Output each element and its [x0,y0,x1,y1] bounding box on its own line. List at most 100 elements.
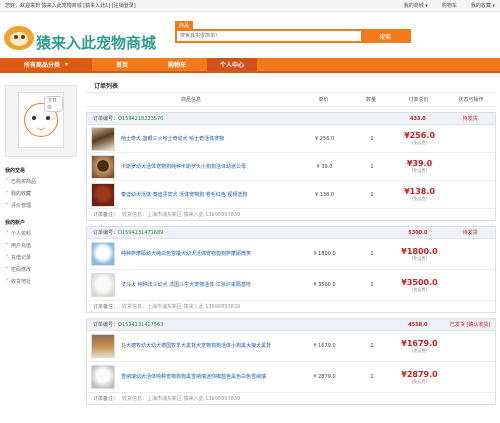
remark-label: 订单备注： [93,396,119,402]
product-total: ¥3500.0 (免运费) [392,278,447,293]
product-thumbnail[interactable] [91,273,115,297]
sidebar-item-favorites[interactable]: 我的收藏 [5,189,77,197]
product-name-link[interactable]: 卡斯罗幼犬活体宠物狗纯种卡斯罗大小狗狗活体幼崽公母 [121,163,297,171]
product-price: ¥ 2879.0 [313,374,336,380]
shipping-note: (免运费) [411,140,428,145]
remark-text: 收货信息：上海市浦东新区 猿来入此 13998893839 [122,304,241,310]
search-button[interactable]: 搜索 [361,31,409,41]
main-nav: 所有商品分类 ▾ 首页 购物车 个人中心 [0,58,500,73]
product-price: ¥ 1800.0 [313,251,336,257]
product-quantity: 1 [370,374,374,380]
product-total: ¥2879.0 (免运费) [392,370,447,385]
shipping-note: (免运费) [411,347,428,353]
order-header: 订单编号：O1594218223576 433.0 待发货 [87,113,495,125]
product-name-link[interactable]: 法斗犬 纯种法斗幼犬 法国斗牛犬宠物活体 江浙沪来隔基地 [121,281,297,289]
order-status: 待发货 [462,230,478,236]
sidebar-title-account: 我的账户 [5,220,26,226]
logo-icon[interactable] [4,26,34,50]
col-order-total: 订单总价 [408,97,429,103]
top-cart-link[interactable]: 购物车 [442,2,457,9]
nav-personal-center[interactable]: 个人中心 [207,58,257,71]
product-total-value: ¥3500.0 [401,277,438,287]
site-header: 猿来入此宠物商城 商品 搜索 [0,12,500,56]
sidebar-section-account: 我的账户 个人资料 用户充值 充值记录 密码修改 收货地址 [5,219,77,285]
search-input[interactable] [177,31,361,41]
col-status: 状态与操作 [458,97,484,103]
sidebar-item-recharge[interactable]: 用户充值 [5,241,77,249]
order-remark: 订单备注： 收货信息：上海市浦东新区 猿来入此 13998893839 [87,301,495,312]
site-name[interactable]: 猿来入此宠物商城 [36,32,156,53]
shipping-note: (免运费) [411,196,428,201]
avatar[interactable]: 求真像 [18,92,64,148]
order-card: 订单编号：O1594131471689 5300.0 待发货 纯种萨摩耶幼犬纯白… [86,226,496,313]
col-quantity: 数量 [365,97,376,103]
product-total-value: ¥1800.0 [401,246,438,256]
product-quantity: 1 [370,163,374,170]
product-thumbnail[interactable] [91,365,115,389]
product-total: ¥1800.0 (免运费) [392,247,447,262]
order-card: 订单编号：O1594218223576 433.0 待发货 哈士奇犬 蓝眼三火哈… [86,112,496,221]
order-total: 5300.0 [408,229,428,236]
product-total-value: ¥1679.0 [401,338,438,348]
order-product-row: 哈士奇犬 蓝眼三火哈士奇幼犬 哈士奇活体宠物 ¥ 256.0 1 ¥256.0(… [87,125,495,153]
order-remark: 订单备注： 收货信息：上海市浦东新区 猿来入此 13998893839 [87,209,495,220]
welcome-area: 您好，欢迎来到 猿来入此宠物商城 [猿来入此1] [注销登录] [5,2,404,9]
product-quantity: 1 [370,191,374,198]
order-status: 待发货 [462,116,478,122]
product-total: ¥1679.0 (免运费) [392,339,447,354]
shipping-note: (免运费) [411,168,428,173]
shipping-note: (免运费) [411,286,428,292]
top-bar: 您好，欢迎来到 猿来入此宠物商城 [猿来入此1] [注销登录] 我的商城 ▾ 购… [0,0,500,12]
product-name-link[interactable]: 泰迪幼犬活体 泰迪贵宾犬 活体宠物狗 卷毛红色 视频选狗 [121,191,297,199]
nav-home[interactable]: 首页 [97,58,147,71]
avatar-label: 求真像 [44,96,63,112]
sidebar: 求真像 我的交易 已购买商品 我的收藏 评价管理 我的账户 个人资料 用户充值 … [5,85,77,290]
product-price: ¥ 1679.0 [313,343,336,349]
product-name-link[interactable]: 纯种萨摩耶幼犬纯白色雪橇犬幼犬活体宠物狗狗萨摩耶微笑 [121,250,297,258]
order-header: 订单编号：O1594131417563 4558.0 已发货 [确认收货] [87,319,495,331]
sidebar-item-purchased[interactable]: 已购买商品 [5,177,77,185]
order-id-label: 订单编号： [93,322,119,328]
product-total: ¥138.0 (免运费) [392,187,447,202]
product-total-value: ¥2879.0 [401,369,438,379]
product-name-link[interactable]: 雪纳瑞幼犬活体纯种宠物狗狗黑雪纳瑞迷你椒盐色黑色白色雪纳瑞 [121,373,297,381]
order-header: 订单编号：O1594131471689 5300.0 待发货 [87,227,495,239]
search-tag[interactable]: 商品 [175,21,194,30]
order-remark: 订单备注： 收货信息：上海市浦东新区 猿来入此 13998893839 [87,393,495,404]
order-product-row: 纯种萨摩耶幼犬纯白色雪橇犬幼犬活体宠物狗狗萨摩耶微笑 ¥ 1800.0 1 ¥1… [87,239,495,270]
remark-text: 收货信息：上海市浦东新区 猿来入此 13998893839 [122,396,241,402]
product-quantity: 1 [370,343,374,349]
avatar-panel: 求真像 [5,85,77,157]
order-card: 订单编号：O1594131417563 4558.0 已发货 [确认收货] 马犬… [86,318,496,405]
product-name-link[interactable]: 马犬德牧幼犬幼犬德国牧羊犬黑背犬宠物狗狗活体小狗黑大狼犬黑背 [121,342,297,350]
nav-cart[interactable]: 购物车 [152,58,202,71]
product-thumbnail[interactable] [91,126,115,151]
product-name-link[interactable]: 哈士奇犬 蓝眼三火哈士奇幼犬 哈士奇活体宠物 [121,135,297,143]
product-quantity: 1 [370,135,374,142]
my-mall-link[interactable]: 我的商城 ▾ [404,2,428,9]
remark-text: 收货信息：上海市浦东新区 猿来入此 13998893839 [122,212,241,218]
product-thumbnail[interactable] [91,242,115,266]
all-categories-menu[interactable]: 所有商品分类 ▾ [0,58,92,71]
sidebar-item-address[interactable]: 收货地址 [5,277,77,285]
chevron-down-icon: ▾ [65,61,69,68]
sidebar-item-profile[interactable]: 个人资料 [5,229,77,237]
col-unit-price: 单价 [318,97,329,103]
page-title: 订单列表 [86,80,496,93]
product-thumbnail[interactable] [91,182,115,207]
favorites-link[interactable]: 我的收藏 ▾ [471,2,495,9]
login-info-link[interactable]: [猿来入此1] [注销登录] [83,3,136,9]
product-thumbnail[interactable] [91,154,115,179]
sidebar-item-password[interactable]: 密码修改 [5,265,77,273]
product-price: ¥ 39.0 [316,163,333,170]
product-price: ¥ 138.0 [314,191,335,198]
sidebar-item-recharge-history[interactable]: 充值记录 [5,253,77,261]
order-status-confirm-link[interactable]: 已发货 [确认收货] [445,321,495,328]
order-id: O1594218223576 [118,116,164,122]
order-product-row: 卡斯罗幼犬活体宠物狗纯种卡斯罗大小狗狗活体幼崽公母 ¥ 39.0 1 ¥39.0… [87,153,495,181]
product-thumbnail[interactable] [91,334,115,358]
sidebar-title-trade: 我的交易 [5,168,26,174]
product-price: ¥ 3500.0 [313,282,336,288]
product-quantity: 1 [370,282,374,288]
sidebar-item-reviews[interactable]: 评价管理 [5,201,77,209]
